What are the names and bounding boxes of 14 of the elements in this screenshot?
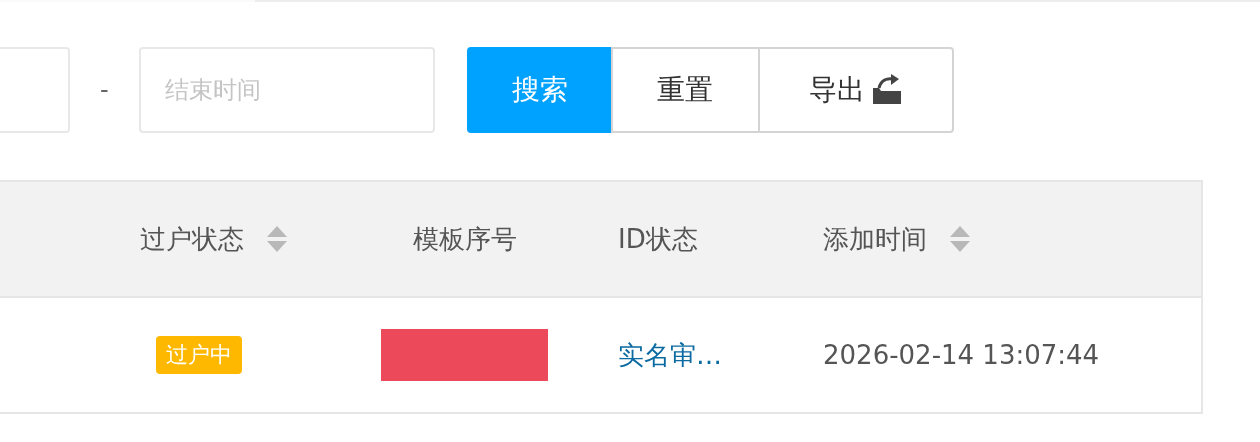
column-header: 模板序号 (412, 222, 517, 256)
id-status-link[interactable]: 实名审… (618, 337, 722, 373)
export-button[interactable]: 导出 (757, 47, 954, 133)
sort-icon[interactable] (266, 224, 288, 254)
column-header: 添加时间 (823, 222, 927, 256)
column-header: ID状态 (618, 222, 698, 256)
status-badge: 过户中 (156, 336, 242, 374)
range-separator: - (100, 76, 109, 104)
column-header: 过户状态 (140, 222, 244, 256)
sort-icon[interactable] (949, 224, 971, 254)
export-icon (870, 74, 903, 106)
reset-button[interactable]: 重置 (610, 47, 760, 133)
added-time: 2026-02-14 13:07:44 (823, 340, 1100, 370)
end-time-field[interactable]: 结束时间 (138, 47, 435, 133)
